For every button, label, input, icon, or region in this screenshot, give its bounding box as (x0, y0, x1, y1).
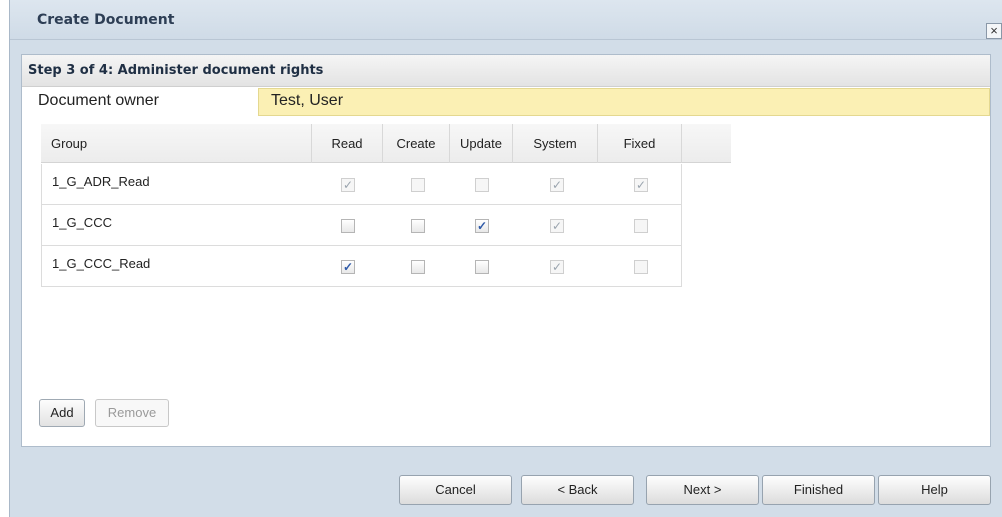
document-owner-label: Document owner (38, 92, 159, 109)
next-button[interactable]: Next > (646, 475, 759, 505)
group-name: 1_G_CCC_Read (52, 256, 151, 271)
system-checkbox[interactable]: ✓ (550, 219, 564, 233)
create-checkbox[interactable] (411, 219, 425, 233)
group-name: 1_G_ADR_Read (52, 174, 150, 189)
read-checkbox[interactable] (341, 219, 355, 233)
column-header-update[interactable]: Update (450, 124, 513, 163)
add-button[interactable]: Add (39, 399, 85, 427)
group-rights-grid: Group Read Create Update System Fixed 1_… (41, 124, 731, 315)
document-owner-field[interactable]: Test, User (258, 88, 990, 116)
column-header-fixed[interactable]: Fixed (598, 124, 682, 163)
create-document-dialog: Create Document × Step 3 of 4: Administe… (9, 0, 1002, 517)
read-checkbox[interactable]: ✓ (341, 260, 355, 274)
back-button[interactable]: < Back (521, 475, 634, 505)
fixed-checkbox[interactable] (634, 260, 648, 274)
column-header-system[interactable]: System (513, 124, 598, 163)
column-header-read[interactable]: Read (312, 124, 383, 163)
create-checkbox[interactable] (411, 178, 425, 192)
dialog-title: Create Document (37, 12, 175, 28)
table-row[interactable]: 1_G_ADR_Read ✓ ✓ ✓ (41, 164, 682, 205)
help-button[interactable]: Help (878, 475, 991, 505)
step-header: Step 3 of 4: Administer document rights (22, 55, 990, 87)
system-checkbox[interactable]: ✓ (550, 260, 564, 274)
fixed-checkbox[interactable]: ✓ (634, 178, 648, 192)
finished-button[interactable]: Finished (762, 475, 875, 505)
rights-panel: Step 3 of 4: Administer document rights … (21, 54, 991, 447)
remove-button[interactable]: Remove (95, 399, 169, 427)
column-header-group[interactable]: Group (41, 124, 312, 163)
system-checkbox[interactable]: ✓ (550, 178, 564, 192)
dialog-footer: Cancel < Back Next > Finished Help (10, 465, 1002, 517)
close-icon[interactable]: × (986, 23, 1002, 39)
update-checkbox[interactable]: ✓ (475, 219, 489, 233)
grid-header: Group Read Create Update System Fixed (41, 124, 731, 163)
cancel-button[interactable]: Cancel (399, 475, 512, 505)
table-row[interactable]: 1_G_CCC_Read ✓ ✓ (41, 246, 682, 287)
update-checkbox[interactable] (475, 178, 489, 192)
column-header-create[interactable]: Create (383, 124, 450, 163)
update-checkbox[interactable] (475, 260, 489, 274)
create-checkbox[interactable] (411, 260, 425, 274)
step-title: Step 3 of 4: Administer document rights (28, 63, 324, 78)
document-owner-row: Document owner Test, User (22, 88, 990, 116)
table-row[interactable]: 1_G_CCC ✓ ✓ (41, 205, 682, 246)
read-checkbox[interactable]: ✓ (341, 178, 355, 192)
group-name: 1_G_CCC (52, 215, 112, 230)
fixed-checkbox[interactable] (634, 219, 648, 233)
dialog-title-bar: Create Document (10, 0, 1002, 40)
